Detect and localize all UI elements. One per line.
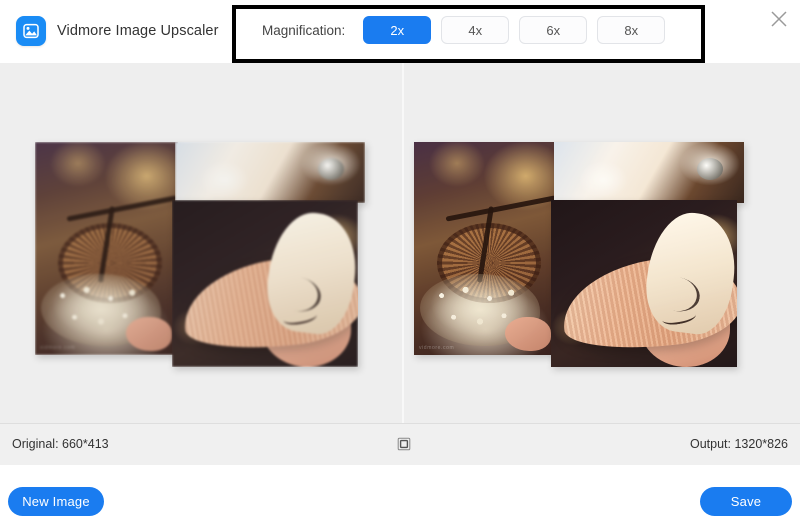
magnification-toolbar: Magnification: 2x 4x 6x 8x xyxy=(262,15,666,45)
collage-panel-woman-hat xyxy=(172,200,358,367)
collage-panel-woman-hat xyxy=(551,200,737,367)
bicycle-bell-shape xyxy=(318,157,345,180)
app-header: Vidmore Image Upscaler Magnification: 2x… xyxy=(0,0,800,63)
watermark-text: vidmore.com xyxy=(419,345,455,351)
original-preview-pane[interactable]: vidmore.com xyxy=(0,63,400,423)
magnification-label: Magnification: xyxy=(262,22,346,38)
original-preview: vidmore.com xyxy=(35,142,365,367)
image-upscaler-window: Vidmore Image Upscaler Magnification: 2x… xyxy=(0,0,800,523)
preview-area: vidmore.com vidmore.com xyxy=(0,63,800,423)
close-icon[interactable] xyxy=(766,6,792,32)
magnification-option-8x[interactable]: 8x xyxy=(597,16,666,44)
new-image-button[interactable]: New Image xyxy=(8,487,104,516)
bicycle-bell-shape xyxy=(697,157,724,180)
magnification-option-4x[interactable]: 4x xyxy=(441,16,510,44)
output-size-label: Output: 1320*826 xyxy=(690,437,788,451)
compare-square-icon[interactable] xyxy=(396,436,412,452)
hand-shape xyxy=(505,316,552,351)
upscaled-preview-pane[interactable]: vidmore.com xyxy=(404,63,800,423)
original-size-label: Original: 660*413 xyxy=(12,437,109,451)
watermark-text: vidmore.com xyxy=(40,345,76,351)
collage-panel-hat-top xyxy=(175,142,365,203)
image-upscaler-logo-icon xyxy=(16,16,46,46)
magnification-option-6x[interactable]: 6x xyxy=(519,16,588,44)
bicycle-frame-shape xyxy=(67,195,178,222)
collage-panel-bicycle: vidmore.com xyxy=(414,142,557,355)
status-bar: Original: 660*413 Output: 1320*826 xyxy=(0,423,800,465)
brand: Vidmore Image Upscaler xyxy=(16,16,219,46)
hand-shape xyxy=(126,316,173,351)
collage-panel-bicycle: vidmore.com xyxy=(35,142,178,355)
bicycle-frame-shape xyxy=(446,195,557,222)
app-title: Vidmore Image Upscaler xyxy=(57,23,219,39)
save-button[interactable]: Save xyxy=(700,487,792,516)
upscaled-preview: vidmore.com xyxy=(414,142,744,367)
collage-panel-hat-top xyxy=(554,142,744,203)
magnification-option-2x[interactable]: 2x xyxy=(363,16,432,44)
app-footer: New Image Save xyxy=(0,465,800,523)
